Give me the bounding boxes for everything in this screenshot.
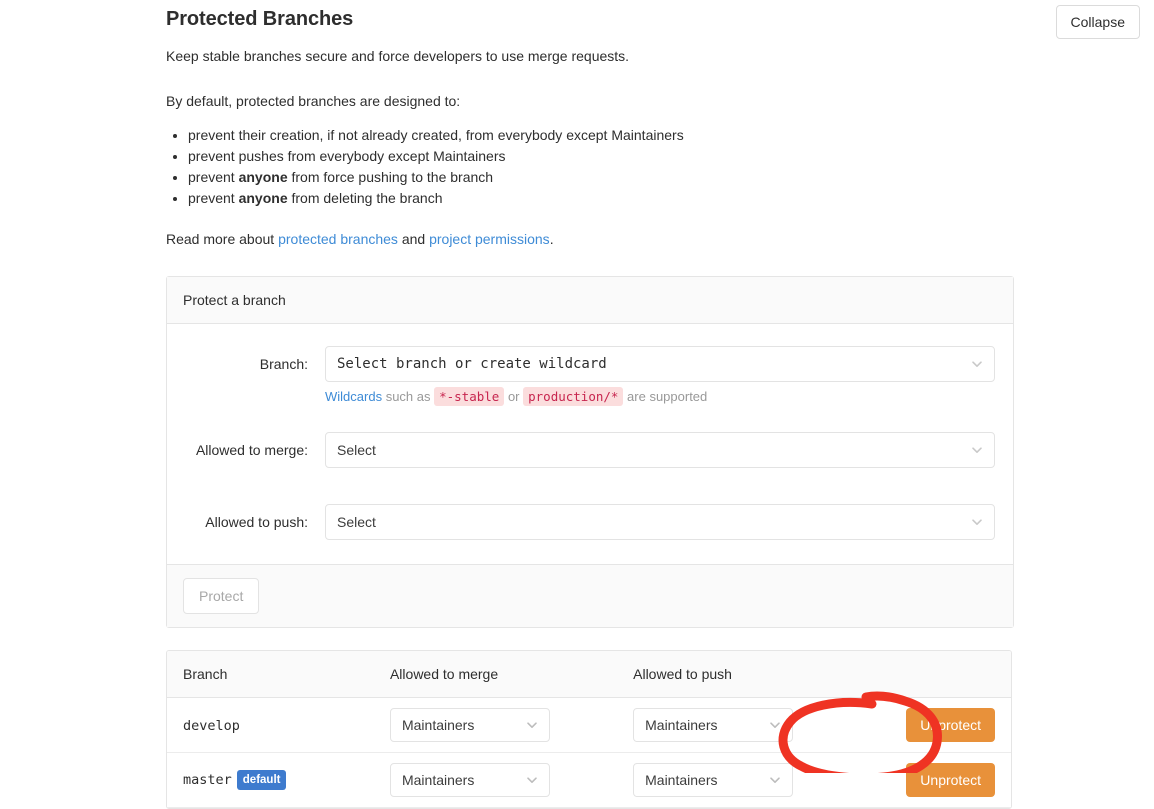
page-title: Protected Branches [166,8,354,30]
read-more-text: Read more about protected branches and p… [166,229,1026,249]
panel-body: Branch: Select branch or create wildcard… [167,324,1013,564]
branch-name-text: master [183,772,232,788]
bullet-prefix: prevent [188,169,239,185]
bullet-suffix: from force pushing to the branch [287,169,494,185]
row-allowed-to-push-value: Maintainers [645,772,718,788]
column-header-allowed-to-merge: Allowed to merge [373,651,618,698]
row-allowed-to-merge-select[interactable]: Maintainers [389,763,550,797]
cell-allowed-to-push: Maintainers [617,752,861,808]
table-row: develop Maintainers Maintainers Unprotec… [167,697,1011,753]
cell-actions: Unprotect [860,752,1011,808]
panel-footer: Protect [167,564,1013,627]
branch-select-value: Select branch or create wildcard [337,356,607,372]
protect-button[interactable]: Protect [183,578,260,614]
unprotect-button-develop[interactable]: Unprotect [906,708,995,742]
table-body: develop Maintainers Maintainers Unprotec… [167,697,1011,808]
bullet-bold: anyone [238,190,288,206]
table-head: Branch Allowed to merge Allowed to push [167,651,1011,698]
chevron-down-icon [971,516,983,528]
protected-branches-link[interactable]: protected branches [278,231,398,247]
branch-name-text: develop [183,717,240,734]
protected-branches-table-wrapper: Branch Allowed to merge Allowed to push … [166,650,1012,809]
row-allowed-to-push-value: Maintainers [645,717,718,733]
row-allowed-to-merge-value: Maintainers [401,717,475,733]
cell-actions: Unprotect [860,697,1011,753]
allowed-to-merge-label: Allowed to merge: [195,442,308,458]
bullet-prefix: prevent [188,190,239,206]
list-item: prevent anyone from force pushing to the… [188,167,1026,188]
allowed-to-merge-field-column: Select [325,432,1013,468]
intro-lead-secondary: By default, protected branches are desig… [166,93,461,109]
column-header-allowed-to-push: Allowed to push [617,651,861,698]
branch-field-column: Select branch or create wildcard Wildcar… [325,346,1013,406]
list-item: prevent their creation, if not already c… [188,125,1026,146]
bullet-suffix: from deleting the branch [287,190,443,206]
branch-label: Branch: [259,356,308,372]
project-permissions-link[interactable]: project permissions [429,231,550,247]
row-allowed-to-merge-select[interactable]: Maintainers [389,708,550,742]
column-header-branch: Branch [167,651,374,698]
protect-branch-panel: Protect a branch Branch: Select branch o… [166,276,1014,628]
table-header-row: Branch Allowed to merge Allowed to push [167,651,1011,698]
bullet-prefix: prevent their creation, if not already c… [188,127,684,143]
cell-allowed-to-push: Maintainers [617,697,861,753]
help-text-3: are supported [623,389,708,404]
chevron-down-icon [526,774,538,786]
protected-branches-page: Collapse Protected Branches Keep stable … [0,0,1154,809]
chevron-down-icon [526,719,538,731]
allowed-to-push-select[interactable]: Select [325,504,995,540]
branch-form-row: Branch: Select branch or create wildcard… [167,346,1013,406]
allowed-to-push-field-column: Select [325,504,1013,540]
chevron-down-icon [769,719,781,731]
wildcard-example-2: production/* [523,387,624,406]
unprotect-button-master[interactable]: Unprotect [906,763,995,797]
allowed-to-push-value: Select [337,514,376,530]
protection-bullet-list: prevent their creation, if not already c… [166,125,1026,209]
chevron-down-icon [971,444,983,456]
branch-select[interactable]: Select branch or create wildcard [325,346,995,382]
content-column: Protected Branches Keep stable branches … [166,0,1026,809]
bullet-prefix: prevent pushes from everybody except Mai… [188,148,506,164]
cell-branch-name: develop [167,697,374,753]
list-item: prevent anyone from deleting the branch [188,188,1026,209]
wildcard-example-1: *-stable [434,387,505,406]
collapse-button[interactable]: Collapse [1055,5,1140,39]
protected-branches-table: Branch Allowed to merge Allowed to push … [167,651,1011,808]
column-header-actions [860,651,1011,698]
allowed-to-merge-select[interactable]: Select [325,432,995,468]
allowed-to-merge-form-row: Allowed to merge: Select [167,432,1013,468]
help-text-2: or [504,389,524,404]
bullet-bold: anyone [238,169,288,185]
row-allowed-to-merge-value: Maintainers [401,772,475,788]
allowed-to-push-form-row: Allowed to push: Select [167,504,1013,540]
list-item: prevent pushes from everybody except Mai… [188,146,1026,167]
table-row: master default Maintainers Maintainers U… [167,752,1011,808]
cell-allowed-to-merge: Maintainers [373,752,618,808]
chevron-down-icon [971,358,983,370]
read-more-mid: and [397,231,430,247]
read-more-suffix: . [549,231,554,247]
wildcard-help-text: Wildcards such as *-stable or production… [325,387,995,406]
chevron-down-icon [769,774,781,786]
wildcards-link[interactable]: Wildcards [325,389,382,404]
row-allowed-to-push-select[interactable]: Maintainers [633,763,794,797]
default-branch-badge: default [236,770,287,790]
cell-allowed-to-merge: Maintainers [373,697,618,753]
row-allowed-to-push-select[interactable]: Maintainers [633,708,794,742]
allowed-to-push-label: Allowed to push: [205,514,308,530]
read-more-prefix: Read more about [166,231,279,247]
intro-lead: Keep stable branches secure and force de… [166,48,630,64]
allowed-to-merge-value: Select [337,442,376,458]
help-text-1: such as [382,389,435,404]
cell-branch-name: master default [167,752,374,808]
panel-heading: Protect a branch [167,277,1013,324]
